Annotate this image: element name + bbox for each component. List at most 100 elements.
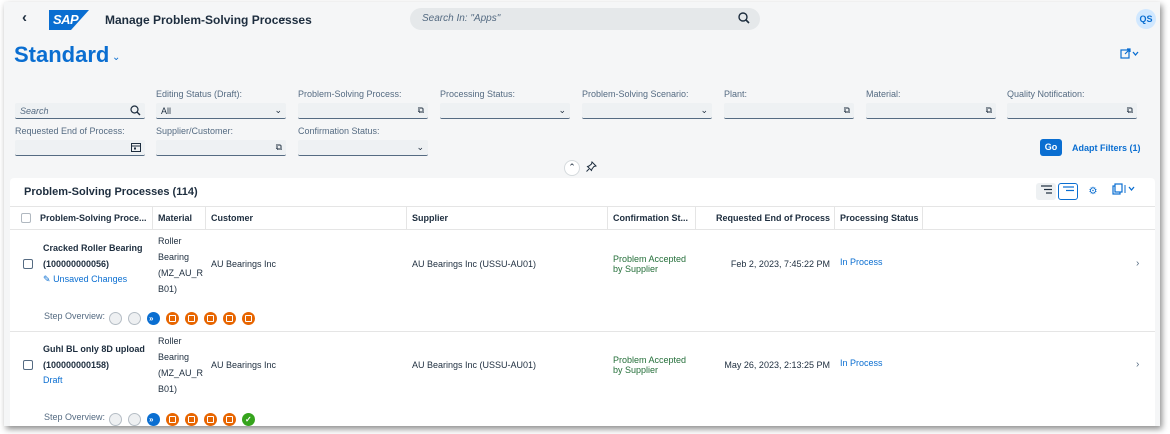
value-help-icon[interactable]: ⧉	[1127, 105, 1133, 116]
calendar-icon[interactable]	[131, 142, 141, 154]
table-title: Problem-Solving Processes (114)	[24, 186, 198, 198]
logo-text: SAP	[53, 12, 79, 27]
avatar[interactable]: QS	[1136, 9, 1156, 29]
step-icon-open[interactable]	[166, 312, 179, 325]
table-row[interactable]: Cracked Roller Bearing (100000000056) ✎ …	[10, 231, 1155, 332]
column-divider	[607, 207, 608, 229]
go-button[interactable]: Go	[1040, 139, 1062, 156]
column-header-processing-status[interactable]: Processing Status	[840, 207, 920, 229]
step-icon-open[interactable]	[223, 413, 236, 426]
confirmation-cell: Problem Accepted by Supplier	[613, 355, 686, 375]
editing-status-select[interactable]: All ⌄	[156, 103, 286, 119]
search-icon[interactable]	[130, 105, 141, 118]
column-divider	[695, 207, 696, 229]
processing-status-select[interactable]: ⌄	[440, 103, 570, 119]
material-line: B01)	[158, 384, 178, 394]
value-help-icon[interactable]: ⧉	[986, 105, 992, 116]
table-row[interactable]: Guhl BL only 8D upload (100000000158) Dr…	[10, 333, 1155, 426]
step-icon-open[interactable]	[204, 413, 217, 426]
chevron-down-icon[interactable]: ⌄	[112, 52, 120, 63]
row-checkbox[interactable]	[23, 259, 33, 269]
scenario-select[interactable]: ⌄	[582, 103, 712, 119]
step-icon-open[interactable]	[242, 312, 255, 325]
requested-end-label: Requested End of Process:	[15, 126, 125, 136]
confirmation-status-label: Confirmation Status:	[298, 126, 380, 136]
plant-input[interactable]: ⧉	[724, 103, 854, 119]
variant-title[interactable]: Standard	[14, 42, 109, 68]
shell-bar: ‹ SAP Manage Problem-Solving Processes ⌄…	[4, 2, 1160, 36]
supplier-customer-input[interactable]: ⧉	[156, 140, 286, 156]
select-all-checkbox[interactable]	[21, 213, 31, 223]
back-icon[interactable]: ‹	[22, 10, 36, 26]
customer-cell: AU Bearings Inc	[211, 360, 277, 370]
chevron-down-icon: ⌄	[700, 105, 708, 115]
settings-icon[interactable]: ⚙	[1086, 183, 1100, 200]
step-icon-in-process[interactable]: »	[147, 413, 160, 426]
chevron-down-icon: ⌄	[558, 105, 566, 115]
draft-status-link[interactable]: ✎ Unsaved Changes	[43, 271, 127, 287]
sap-logo[interactable]: SAP	[49, 10, 89, 30]
process-title: Guhl BL only 8D upload	[43, 344, 145, 354]
column-header-requested-end[interactable]: Requested End of Process	[700, 207, 830, 229]
step-icon-not-started[interactable]	[109, 413, 122, 426]
column-header-customer[interactable]: Customer	[211, 207, 401, 229]
export-icon[interactable]	[1110, 183, 1142, 200]
process-label: Problem-Solving Process:	[298, 89, 402, 99]
editing-status-value: All	[161, 106, 172, 116]
value-help-icon[interactable]: ⧉	[844, 105, 850, 116]
column-header-process[interactable]: Problem-Solving Proce...	[40, 207, 150, 229]
processing-status-label: Processing Status:	[440, 89, 516, 99]
quality-notification-label: Quality Notification:	[1007, 89, 1085, 99]
pin-icon[interactable]	[586, 161, 597, 175]
expand-rows-icon[interactable]	[1058, 183, 1078, 200]
process-input[interactable]: ⧉	[298, 103, 428, 119]
step-icon-open[interactable]	[185, 413, 198, 426]
list-view-icon[interactable]	[1036, 183, 1056, 200]
column-header-confirmation[interactable]: Confirmation St...	[613, 207, 693, 229]
supplier-cell: AU Bearings Inc (USSU-AU01)	[412, 259, 537, 269]
confirmation-line: Problem Accepted	[613, 355, 687, 365]
navigation-chevron-icon[interactable]: ›	[1136, 258, 1139, 269]
step-icon-open[interactable]	[204, 312, 217, 325]
step-overview-label: Step Overview:	[44, 412, 106, 422]
material-input[interactable]: ⧉	[866, 103, 996, 119]
step-icon-open[interactable]	[185, 312, 198, 325]
step-icon-open[interactable]	[223, 312, 236, 325]
row-checkbox[interactable]	[23, 360, 33, 370]
navigation-chevron-icon[interactable]: ›	[1136, 359, 1139, 370]
material-label: Material:	[866, 89, 901, 99]
confirmation-cell: Problem Accepted by Supplier	[613, 254, 686, 274]
search-input[interactable]: Search	[15, 103, 145, 119]
table-panel: Problem-Solving Processes (114) ⚙ Proble…	[10, 178, 1155, 426]
step-icon-completed[interactable]: ✓	[242, 413, 255, 426]
column-header-supplier[interactable]: Supplier	[412, 207, 602, 229]
step-icon-not-started[interactable]	[109, 312, 122, 325]
supplier-customer-label: Supplier/Customer:	[156, 126, 234, 136]
search-icon[interactable]	[738, 11, 750, 28]
column-divider	[406, 207, 407, 229]
confirmation-status-select[interactable]: ⌄	[298, 140, 428, 156]
column-divider	[834, 207, 835, 229]
material-line: (MZ_AU_R	[158, 268, 204, 278]
processing-status-cell: In Process	[840, 358, 883, 368]
quality-notification-input[interactable]: ⧉	[1007, 103, 1137, 119]
share-icon[interactable]	[1120, 48, 1140, 63]
step-icon-not-started[interactable]	[128, 312, 141, 325]
value-help-icon[interactable]: ⧉	[418, 105, 424, 116]
column-header-material[interactable]: Material	[158, 207, 203, 229]
chevron-down-icon[interactable]: ⌄	[279, 12, 287, 23]
shell-search-field[interactable]: Search In: "Apps"	[410, 8, 760, 30]
confirmation-line: Problem Accepted	[613, 254, 687, 264]
requested-end-date-input[interactable]	[15, 140, 145, 156]
draft-status-link[interactable]: Draft	[43, 372, 63, 388]
adapt-filters-button[interactable]: Adapt Filters (1)	[1072, 143, 1141, 153]
value-help-icon[interactable]: ⧉	[276, 142, 282, 153]
step-icon-open[interactable]	[166, 413, 179, 426]
step-icon-not-started[interactable]	[128, 413, 141, 426]
scenario-label: Problem-Solving Scenario:	[582, 89, 689, 99]
requested-end-cell: May 26, 2023, 2:13:25 PM	[724, 360, 830, 370]
column-divider	[152, 207, 153, 229]
collapse-header-button[interactable]: ⌃	[564, 160, 580, 176]
step-icon-in-process[interactable]: »	[147, 312, 160, 325]
confirmation-line: by Supplier	[613, 365, 659, 375]
